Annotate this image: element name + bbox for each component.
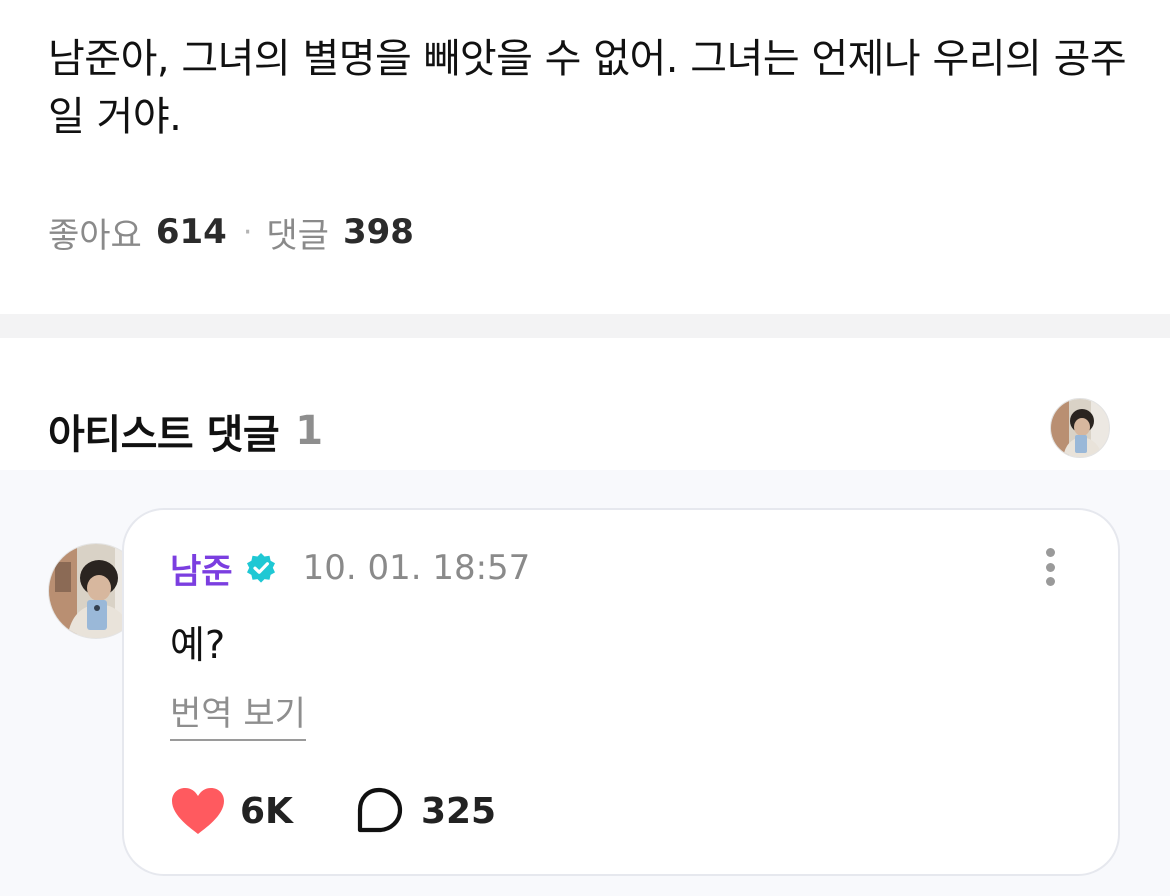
comment-timestamp: 10. 01. 18:57 [302,548,531,588]
reply-count[interactable]: 325 [421,791,496,832]
translate-link[interactable]: 번역 보기 [170,686,306,741]
post-section: 남준아, 그녀의 별명을 빼앗을 수 없어. 그녀는 언제나 우리의 공주일 거… [0,0,1170,314]
speech-bubble-icon[interactable] [353,785,405,837]
post-body: 남준아, 그녀의 별명을 빼앗을 수 없어. 그녀는 언제나 우리의 공주일 거… [48,36,1127,140]
verified-badge-icon [245,552,277,584]
separator-dot: · [242,214,253,250]
comments-label[interactable]: 댓글 [266,208,329,257]
section-count: 1 [295,408,323,454]
comment-header: 남준 10. 01. 18:57 [170,544,531,593]
like-count[interactable]: 6K [240,791,293,832]
artist-comments-title: 아티스트 댓글 1 [48,402,323,460]
comment-actions: 6K 325 [170,783,496,839]
section-title-text: 아티스트 댓글 [48,412,280,458]
more-dot [1045,548,1055,557]
heart-icon[interactable] [170,786,226,836]
avatar-photo-icon [1051,399,1109,457]
section-divider [0,314,1170,338]
post-stats: 좋아요 614 · 댓글 398 [48,208,414,256]
more-options-icon[interactable] [1032,545,1068,589]
comment-text: 예? [170,623,226,667]
likes-label[interactable]: 좋아요 [48,208,142,257]
artist-avatar-small[interactable] [1050,398,1110,458]
comments-count[interactable]: 398 [343,212,414,252]
more-dot [1045,577,1055,586]
more-dot [1045,562,1055,572]
likes-count[interactable]: 614 [156,212,227,252]
comment-author-name[interactable]: 남준 [170,544,233,593]
